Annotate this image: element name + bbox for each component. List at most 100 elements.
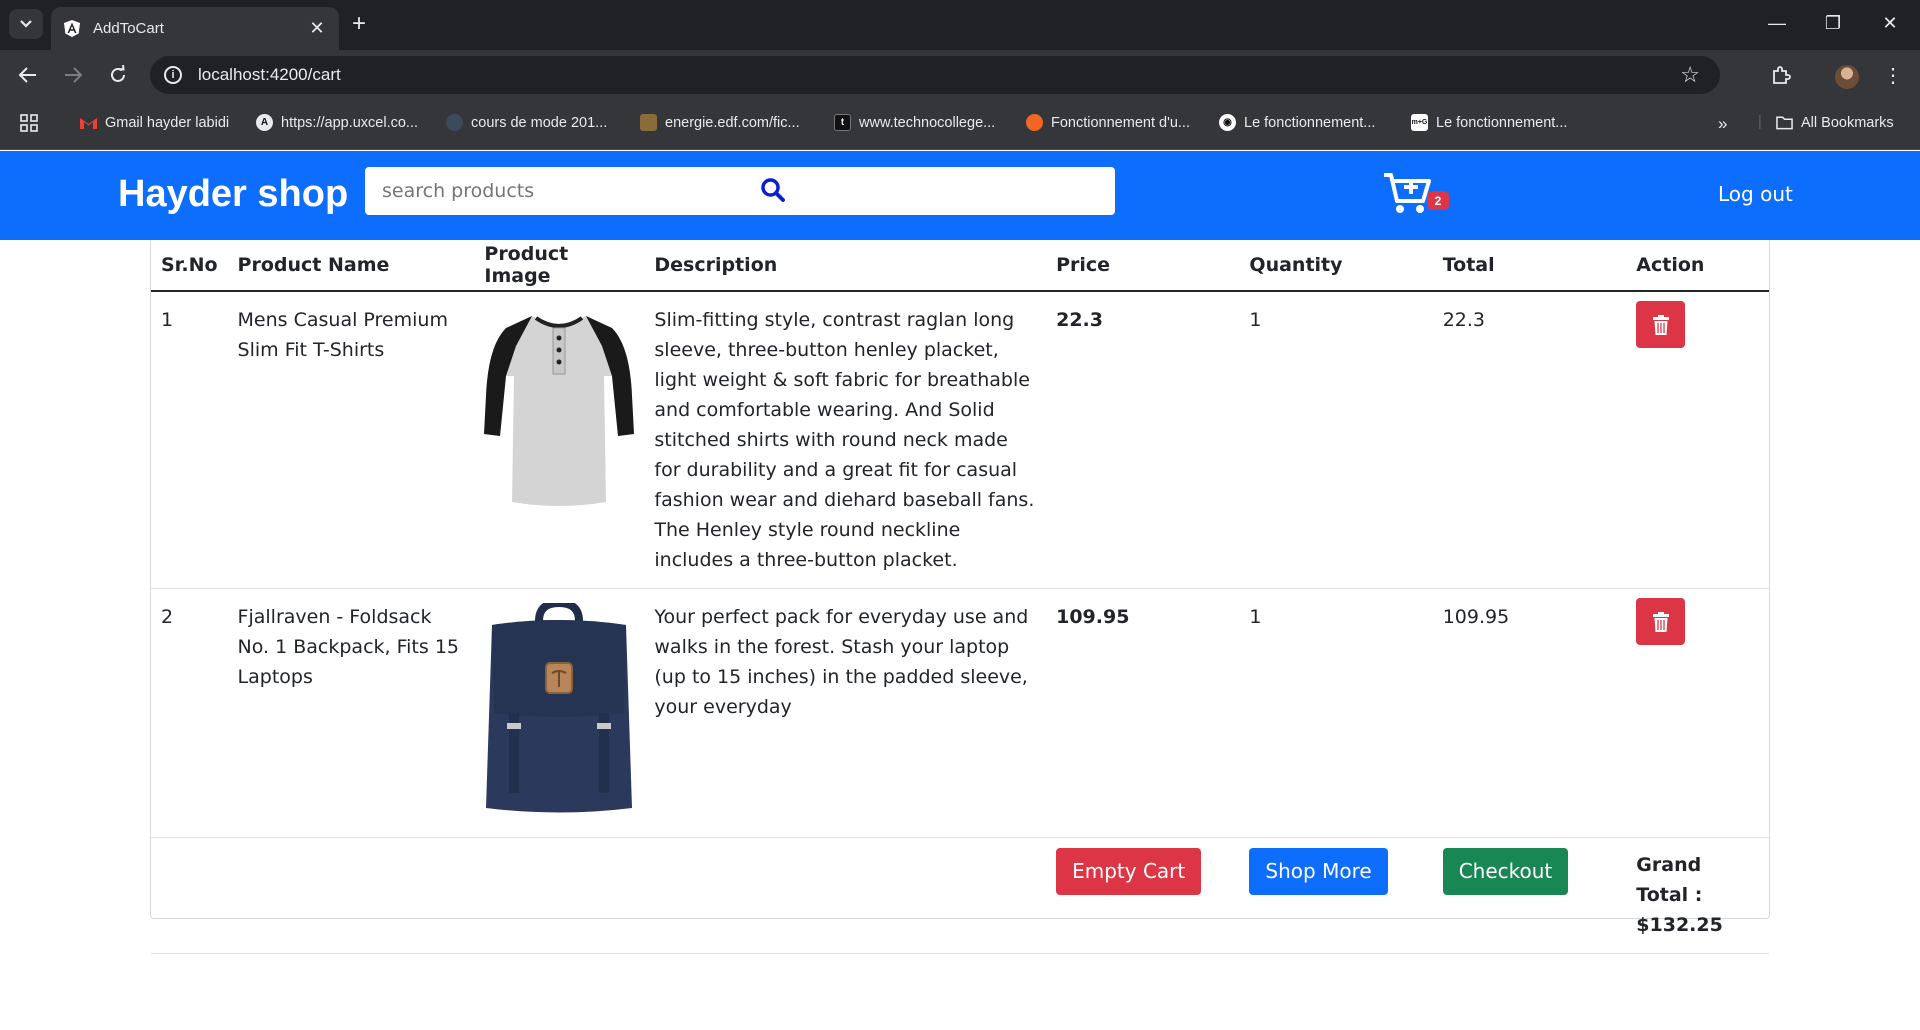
grand-total-label: Grand Total :	[1636, 854, 1703, 906]
row-action	[1626, 291, 1769, 589]
row-action	[1626, 588, 1769, 838]
cart-button[interactable]: 2	[1383, 171, 1453, 219]
minimize-icon[interactable]: —	[1765, 13, 1789, 34]
bookmark-item[interactable]: Fonctionnement d'u...	[1026, 114, 1190, 131]
bookmark-label: Le fonctionnement...	[1436, 114, 1568, 131]
row-description: Your perfect pack for everyday use and w…	[644, 588, 1047, 838]
bookmark-item[interactable]: ◉ Le fonctionnement...	[1219, 114, 1375, 131]
tshirt-image	[484, 316, 635, 506]
header-action: Action	[1626, 240, 1769, 292]
bookmarks-divider: |	[1758, 114, 1762, 130]
empty-cart-button[interactable]: Empty Cart	[1056, 848, 1202, 895]
row-quantity: 1	[1239, 588, 1433, 838]
address-bar[interactable]: i localhost:4200/cart ☆	[150, 56, 1720, 94]
row-quantity: 1	[1239, 291, 1433, 589]
bookmark-label: https://app.uxcel.co...	[281, 114, 419, 131]
row-product-name: Mens Casual Premium Slim Fit T-Shirts	[227, 291, 475, 589]
search-icon[interactable]	[760, 177, 786, 208]
cart-footer-row: Empty Cart Shop More Checkout Grand Tota…	[151, 837, 1769, 954]
bookmarks-bar: Gmail hayder labidi A https://app.uxcel.…	[0, 100, 1920, 150]
menu-icon[interactable]: ⋮	[1880, 62, 1906, 88]
row-sr-no: 2	[151, 588, 228, 838]
grand-total-value: $132.25	[1636, 914, 1723, 936]
header-product-name: Product Name	[227, 240, 475, 292]
row-product-image	[474, 291, 645, 589]
bookmark-label: Gmail hayder labidi	[105, 114, 230, 131]
tab-close-icon[interactable]: ✕	[307, 18, 327, 39]
url-text: localhost:4200/cart	[198, 65, 341, 84]
site-info-icon[interactable]: i	[164, 66, 182, 84]
table-row: 1 Mens Casual Premium Slim Fit T-Shirts …	[151, 291, 1769, 589]
cart-table: Sr.No Product Name Product Image Descrip…	[151, 240, 1769, 954]
uxcel-icon: A	[256, 114, 273, 131]
app-navbar: Hayder shop 2 Log out	[0, 151, 1920, 240]
extensions-icon[interactable]	[1768, 62, 1794, 88]
reload-icon[interactable]	[105, 62, 131, 88]
checkout-button[interactable]: Checkout	[1442, 848, 1569, 895]
bookmark-item[interactable]: m+G Le fonctionnement...	[1411, 114, 1567, 131]
row-price: 109.95	[1046, 588, 1240, 838]
header-sr-no: Sr.No	[151, 240, 228, 292]
search-input[interactable]	[365, 167, 1115, 215]
logout-link[interactable]: Log out	[1718, 182, 1793, 206]
bookmark-label: Le fonctionnement...	[1244, 114, 1376, 131]
shop-more-button[interactable]: Shop More	[1249, 848, 1388, 895]
bookmark-item[interactable]: A https://app.uxcel.co...	[256, 114, 418, 131]
bookmark-star-icon[interactable]: ☆	[1680, 62, 1700, 88]
row-total: 22.3	[1432, 291, 1627, 589]
technocollege-icon: t	[834, 114, 851, 131]
bookmark-item[interactable]: cours de mode 201...	[446, 114, 607, 131]
bookmark-label: Fonctionnement d'u...	[1051, 114, 1190, 131]
bookmark-label: www.technocollege...	[859, 114, 996, 131]
gmail-icon	[80, 114, 97, 131]
tab-title: AddToCart	[93, 20, 164, 37]
new-tab-button[interactable]: +	[352, 12, 366, 36]
table-header-row: Sr.No Product Name Product Image Descrip…	[151, 240, 1769, 292]
header-total: Total	[1432, 240, 1627, 292]
chevron-down-icon	[20, 20, 32, 28]
bookmark-label: energie.edf.com/fic...	[665, 114, 800, 131]
cart-card: Sr.No Product Name Product Image Descrip…	[150, 240, 1770, 954]
header-product-image: Product Image	[474, 240, 645, 292]
browser-tab[interactable]: AddToCart ✕	[51, 7, 339, 50]
forward-icon[interactable]	[60, 62, 86, 88]
header-quantity: Quantity	[1239, 240, 1433, 292]
header-price: Price	[1046, 240, 1240, 292]
cart-count-badge: 2	[1427, 191, 1449, 210]
back-icon[interactable]	[15, 62, 41, 88]
bookmark-item[interactable]: t www.technocollege...	[834, 114, 995, 131]
trash-icon	[1652, 611, 1669, 632]
all-bookmarks[interactable]: All Bookmarks	[1776, 114, 1894, 131]
bookmark-item[interactable]: energie.edf.com/fic...	[640, 114, 800, 131]
bookmark-item[interactable]: Gmail hayder labidi	[80, 114, 229, 131]
row-product-image	[474, 588, 645, 838]
browser-tab-bar: AddToCart ✕ + — ❐ ✕	[0, 0, 1920, 50]
brand-logo[interactable]: Hayder shop	[118, 173, 348, 216]
delete-item-button[interactable]	[1636, 598, 1686, 645]
apps-icon[interactable]	[20, 114, 38, 132]
bookmarks-overflow-icon[interactable]: »	[1718, 114, 1727, 134]
cart-plus-icon	[1384, 173, 1431, 213]
radio-icon: ◉	[1219, 114, 1236, 131]
row-product-name: Fjallraven - Foldsack No. 1 Backpack, Fi…	[227, 588, 475, 838]
profile-avatar[interactable]	[1835, 65, 1859, 89]
window-close-icon[interactable]: ✕	[1878, 13, 1902, 34]
folder-icon	[1776, 114, 1793, 131]
restore-icon[interactable]: ❐	[1821, 13, 1845, 34]
mg-icon: m+G	[1411, 114, 1428, 131]
row-description: Slim-fitting style, contrast raglan long…	[644, 291, 1047, 589]
row-sr-no: 1	[151, 291, 228, 589]
search-box	[365, 167, 1115, 215]
orange-site-icon	[1026, 114, 1043, 131]
delete-item-button[interactable]	[1636, 301, 1686, 348]
header-description: Description	[644, 240, 1047, 292]
row-total: 109.95	[1432, 588, 1627, 838]
row-price: 22.3	[1046, 291, 1240, 589]
trash-icon	[1652, 314, 1669, 335]
all-bookmarks-label: All Bookmarks	[1801, 114, 1894, 131]
tab-search-button[interactable]	[9, 9, 43, 39]
globe-icon	[446, 114, 463, 131]
bookmark-label: cours de mode 201...	[471, 114, 608, 131]
edf-icon	[640, 114, 657, 131]
table-row: 2 Fjallraven - Foldsack No. 1 Backpack, …	[151, 588, 1769, 838]
